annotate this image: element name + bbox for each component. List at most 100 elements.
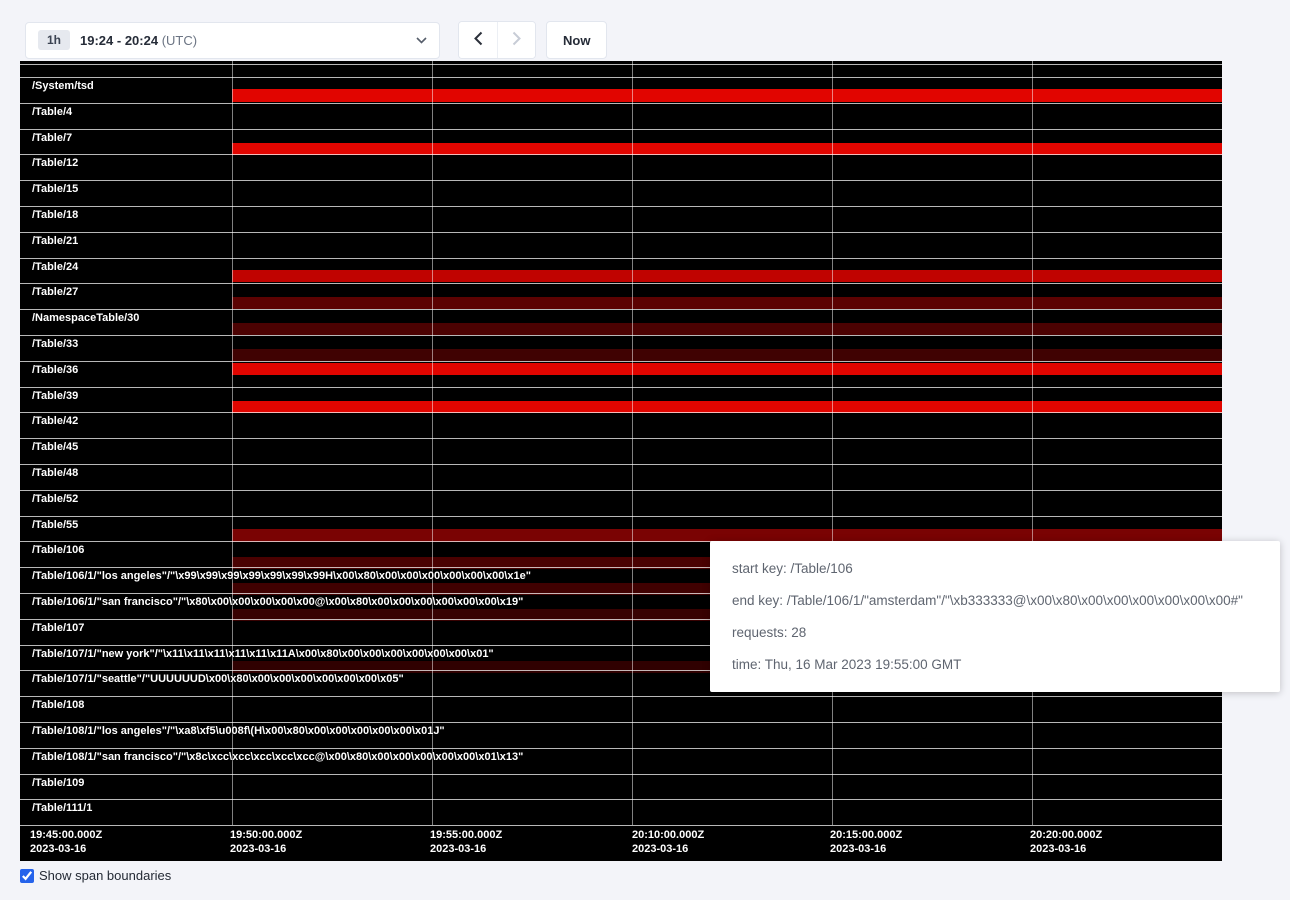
x-axis-date: 2023-03-16 xyxy=(30,842,102,856)
x-axis-date: 2023-03-16 xyxy=(632,842,704,856)
time-grid-line xyxy=(1032,61,1033,825)
span-boundary-line xyxy=(20,309,1222,310)
row-label: /NamespaceTable/30 xyxy=(32,312,139,324)
x-axis-label: 20:20:00.000Z2023-03-16 xyxy=(1030,828,1102,856)
row-label: /Table/7 xyxy=(32,132,72,144)
row-label: /Table/106 xyxy=(32,544,84,556)
x-axis-label: 20:15:00.000Z2023-03-16 xyxy=(830,828,902,856)
key-visualizer-canvas[interactable]: /System/tsd/Table/4/Table/7/Table/12/Tab… xyxy=(20,61,1222,861)
key-visualizer-area: /System/tsd/Table/4/Table/7/Table/12/Tab… xyxy=(0,61,1290,861)
time-window-timezone: (UTC) xyxy=(162,33,197,48)
now-button[interactable]: Now xyxy=(546,21,607,59)
time-window-range-text: 19:24 - 20:24 xyxy=(80,33,158,48)
row-label: /Table/107 xyxy=(32,622,84,634)
span-boundary-line xyxy=(20,129,1222,130)
span-boundary-line xyxy=(20,180,1222,181)
tooltip-start-key: start key: /Table/106 xyxy=(732,561,1258,576)
row-label: /Table/21 xyxy=(32,235,78,247)
x-axis-time: 20:20:00.000Z xyxy=(1030,828,1102,842)
row-label: /Table/55 xyxy=(32,519,78,531)
span-boundary-line xyxy=(20,490,1222,491)
x-axis-date: 2023-03-16 xyxy=(1030,842,1102,856)
chevron-down-icon xyxy=(416,37,427,44)
span-boundary-line xyxy=(20,748,1222,749)
row-label: /Table/111/1 xyxy=(32,802,92,814)
next-window-button[interactable] xyxy=(497,22,535,58)
span-boundary-line xyxy=(20,103,1222,104)
row-label: /Table/15 xyxy=(32,183,78,195)
span-boundary-line xyxy=(20,283,1222,284)
span-boundary-line xyxy=(20,799,1222,800)
tooltip-time: time: Thu, 16 Mar 2023 19:55:00 GMT xyxy=(732,657,1258,672)
row-label: /System/tsd xyxy=(32,80,94,92)
span-boundary-line xyxy=(20,722,1222,723)
time-window-badge: 1h xyxy=(38,30,70,50)
heat-band[interactable] xyxy=(232,89,1222,102)
x-axis-date: 2023-03-16 xyxy=(230,842,302,856)
time-grid-line xyxy=(632,61,633,825)
tooltip-requests: requests: 28 xyxy=(732,625,1258,640)
x-axis-date: 2023-03-16 xyxy=(430,842,502,856)
span-boundary-line xyxy=(20,825,1222,826)
row-label: /Table/42 xyxy=(32,415,78,427)
row-label: /Table/24 xyxy=(32,261,78,273)
row-label: /Table/108/1/"los angeles"/"\xa8\xf5\u00… xyxy=(32,725,445,737)
row-label: /Table/39 xyxy=(32,390,78,402)
x-axis-label: 19:55:00.000Z2023-03-16 xyxy=(430,828,502,856)
heat-band[interactable] xyxy=(232,401,1222,413)
span-boundary-line xyxy=(20,361,1222,362)
span-boundary-line xyxy=(20,258,1222,259)
x-axis-time: 19:50:00.000Z xyxy=(230,828,302,842)
x-axis-label: 19:50:00.000Z2023-03-16 xyxy=(230,828,302,856)
span-boundary-line xyxy=(20,232,1222,233)
x-axis-time: 20:15:00.000Z xyxy=(830,828,902,842)
row-label: /Table/108 xyxy=(32,699,84,711)
chevron-right-icon xyxy=(512,31,521,49)
row-label: /Table/45 xyxy=(32,441,78,453)
span-tooltip: start key: /Table/106 end key: /Table/10… xyxy=(710,541,1280,692)
span-boundary-line xyxy=(20,464,1222,465)
row-label: /Table/48 xyxy=(32,467,78,479)
previous-window-button[interactable] xyxy=(459,22,497,58)
chevron-left-icon xyxy=(474,31,483,49)
heat-band[interactable] xyxy=(232,349,1222,361)
tooltip-end-key: end key: /Table/106/1/"amsterdam"/"\xb33… xyxy=(732,593,1258,608)
row-label: /Table/4 xyxy=(32,106,72,118)
show-span-boundaries-checkbox[interactable] xyxy=(20,869,34,883)
row-label: /Table/18 xyxy=(32,209,78,221)
row-label: /Table/106/1/"san francisco"/"\x80\x00\x… xyxy=(32,596,523,608)
row-label: /Table/107/1/"new york"/"\x11\x11\x11\x1… xyxy=(32,648,494,660)
show-span-boundaries-label: Show span boundaries xyxy=(39,868,171,883)
row-label: /Table/33 xyxy=(32,338,78,350)
span-boundary-line xyxy=(20,154,1222,155)
show-span-boundaries-control[interactable]: Show span boundaries xyxy=(20,868,171,883)
toolbar: 1h 19:24 - 20:24 (UTC) Now xyxy=(0,0,1290,59)
heat-band[interactable] xyxy=(232,297,1222,309)
x-axis-label: 20:10:00.000Z2023-03-16 xyxy=(632,828,704,856)
row-label: /Table/109 xyxy=(32,777,84,789)
row-label: /Table/12 xyxy=(32,157,78,169)
row-label: /Table/107/1/"seattle"/"UUUUUUD\x00\x80\… xyxy=(32,673,404,685)
time-grid-line xyxy=(232,61,233,825)
time-window-nav-group xyxy=(458,21,536,59)
time-window-selector[interactable]: 1h 19:24 - 20:24 (UTC) xyxy=(25,22,440,59)
x-axis-time: 19:45:00.000Z xyxy=(30,828,102,842)
span-boundary-line xyxy=(20,516,1222,517)
span-boundary-line xyxy=(20,206,1222,207)
span-boundary-line xyxy=(20,696,1222,697)
heat-band[interactable] xyxy=(232,270,1222,282)
time-grid-line xyxy=(832,61,833,825)
heat-band[interactable] xyxy=(232,143,1222,155)
heat-band[interactable] xyxy=(232,323,1222,335)
span-boundary-line xyxy=(20,774,1222,775)
x-axis-date: 2023-03-16 xyxy=(830,842,902,856)
time-grid-line xyxy=(432,61,433,825)
x-axis-label: 19:45:00.000Z2023-03-16 xyxy=(30,828,102,856)
x-axis-time: 19:55:00.000Z xyxy=(430,828,502,842)
time-window-range: 19:24 - 20:24 (UTC) xyxy=(80,33,197,48)
x-axis-time: 20:10:00.000Z xyxy=(632,828,704,842)
span-boundary-line xyxy=(20,387,1222,388)
row-label: /Table/52 xyxy=(32,493,78,505)
span-boundary-line xyxy=(20,64,1222,65)
heat-band[interactable] xyxy=(232,363,1222,375)
